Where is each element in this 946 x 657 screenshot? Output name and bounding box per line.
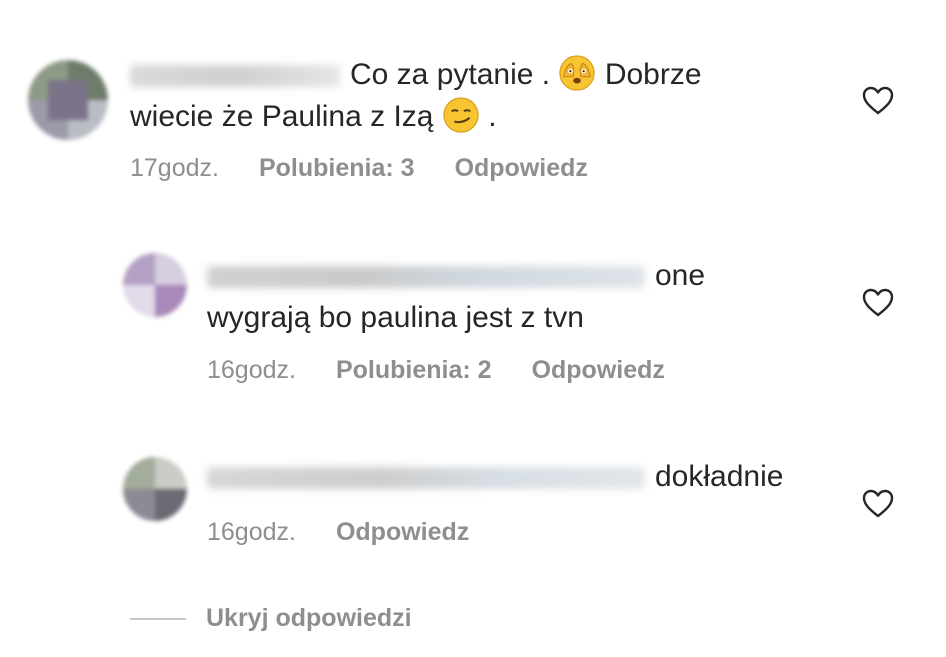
likes-count[interactable]: Polubienia: 2	[336, 356, 492, 385]
reply-button[interactable]: Odpowiedz	[532, 356, 665, 385]
timestamp[interactable]: 16godz.	[207, 356, 296, 385]
hide-replies-label: Ukryj odpowiedzi	[206, 604, 412, 632]
reply-button[interactable]: Odpowiedz	[336, 518, 469, 547]
likes-count[interactable]: Polubienia: 3	[259, 154, 415, 183]
heart-outline-icon[interactable]	[862, 86, 894, 116]
comment-1: Co za pytanie . Dobrze wiecie że Paulina…	[0, 0, 946, 200]
face-with-hands-over-eyes-emoji	[559, 55, 596, 91]
comment-text: Co za pytanie . Dobrze wiecie że Paulina…	[130, 54, 830, 138]
timestamp[interactable]: 17godz.	[130, 154, 219, 183]
avatar[interactable]	[123, 253, 187, 317]
comment-meta: 16godz. Polubienia: 2 Odpowiedz	[207, 356, 705, 385]
comment-text: one wygrają bo paulina jest z tvn	[207, 259, 706, 334]
username-redacted[interactable]	[207, 467, 645, 490]
comment-text: dokładnie	[207, 456, 847, 498]
smirking-face-emoji	[443, 97, 479, 133]
heart-outline-icon[interactable]	[862, 288, 894, 318]
avatar[interactable]	[28, 60, 108, 140]
timestamp[interactable]: 16godz.	[207, 518, 296, 547]
hide-replies-button[interactable]: Ukryj odpowiedzi	[130, 604, 412, 633]
divider-line	[130, 618, 186, 621]
comment-meta: 16godz. Odpowiedz	[207, 518, 509, 547]
reply-button[interactable]: Odpowiedz	[455, 154, 588, 183]
comment-meta: 17godz. Polubienia: 3 Odpowiedz	[130, 154, 628, 183]
username-redacted[interactable]	[207, 266, 645, 289]
heart-outline-icon[interactable]	[862, 489, 894, 519]
avatar[interactable]	[123, 457, 187, 521]
username-redacted[interactable]	[130, 65, 340, 88]
